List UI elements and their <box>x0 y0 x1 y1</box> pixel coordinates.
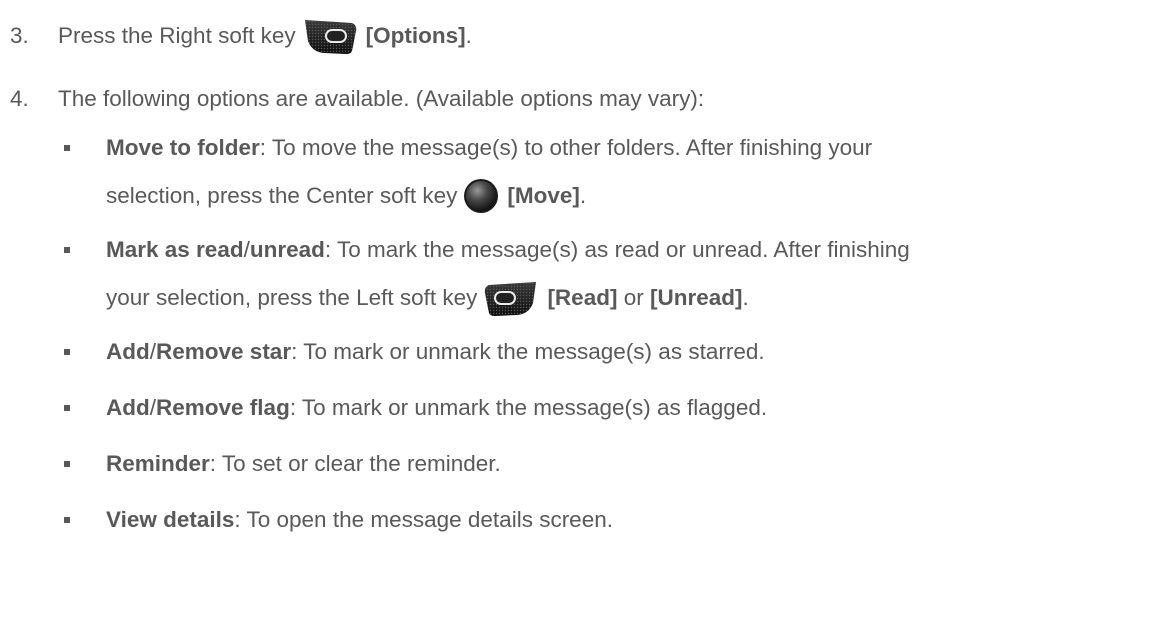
step-4: 4. The following options are available. … <box>10 84 704 114</box>
bullet <box>64 349 70 355</box>
option-desc: : To open the message details screen. <box>234 506 613 532</box>
left-soft-key-icon <box>483 279 539 317</box>
option-view-details: View details : To open the message detai… <box>106 505 613 535</box>
step-number: 4. <box>10 85 29 111</box>
bullet <box>64 247 70 253</box>
option-desc: selection, press the Center soft key <box>106 182 458 208</box>
center-soft-key-icon <box>463 178 499 214</box>
option-add-remove-flag: Add / Remove flag : To mark or unmark th… <box>106 393 767 423</box>
option-add-remove-star: Add / Remove star : To mark or unmark th… <box>106 337 765 367</box>
option-reminder: Reminder : To set or clear the reminder. <box>106 449 501 479</box>
bullet <box>64 405 70 411</box>
option-desc: your selection, press the Left soft key <box>106 284 478 310</box>
option-move-to-folder-cont: selection, press the Center soft key [Mo… <box>106 178 586 214</box>
bullet <box>64 517 70 523</box>
option-desc: : To mark or unmark the message(s) as st… <box>291 338 765 364</box>
step-3: 3. Press the Right soft key [Options] . <box>10 18 472 54</box>
option-desc: : To move the message(s) to other folder… <box>259 134 873 160</box>
period: . <box>742 284 749 310</box>
option-title: Mark as read <box>106 236 244 262</box>
option-title: Add <box>106 394 150 420</box>
right-soft-key-icon <box>302 17 358 55</box>
option-title: Add <box>106 338 150 364</box>
options-label: [Options] <box>365 22 466 48</box>
option-title: unread <box>249 236 325 262</box>
option-mark-read-cont: your selection, press the Left soft key … <box>106 279 749 317</box>
period: . <box>465 22 472 48</box>
option-title: View details <box>106 506 235 532</box>
period: . <box>579 182 587 208</box>
read-label: [Read] <box>547 284 618 310</box>
move-label: [Move] <box>507 182 580 208</box>
option-title: Move to folder <box>106 134 260 160</box>
option-title: Remove star <box>156 338 292 364</box>
option-desc: : To mark or unmark the message(s) as fl… <box>289 394 768 420</box>
option-desc: : To mark the message(s) as read or unre… <box>324 236 910 262</box>
step-text: Press the Right soft key <box>58 22 296 48</box>
step-number: 3. <box>10 22 29 48</box>
option-title: Remove flag <box>156 394 290 420</box>
option-move-to-folder: Move to folder : To move the message(s) … <box>106 133 872 163</box>
option-title: Reminder <box>106 450 210 476</box>
option-desc: : To set or clear the reminder. <box>209 450 501 476</box>
or-text: or <box>617 284 650 310</box>
bullet <box>64 461 70 467</box>
bullet <box>64 145 70 151</box>
step-text: The following options are available. (Av… <box>58 85 705 111</box>
unread-label: [Unread] <box>649 284 743 310</box>
option-mark-read: Mark as read / unread : To mark the mess… <box>106 235 910 265</box>
